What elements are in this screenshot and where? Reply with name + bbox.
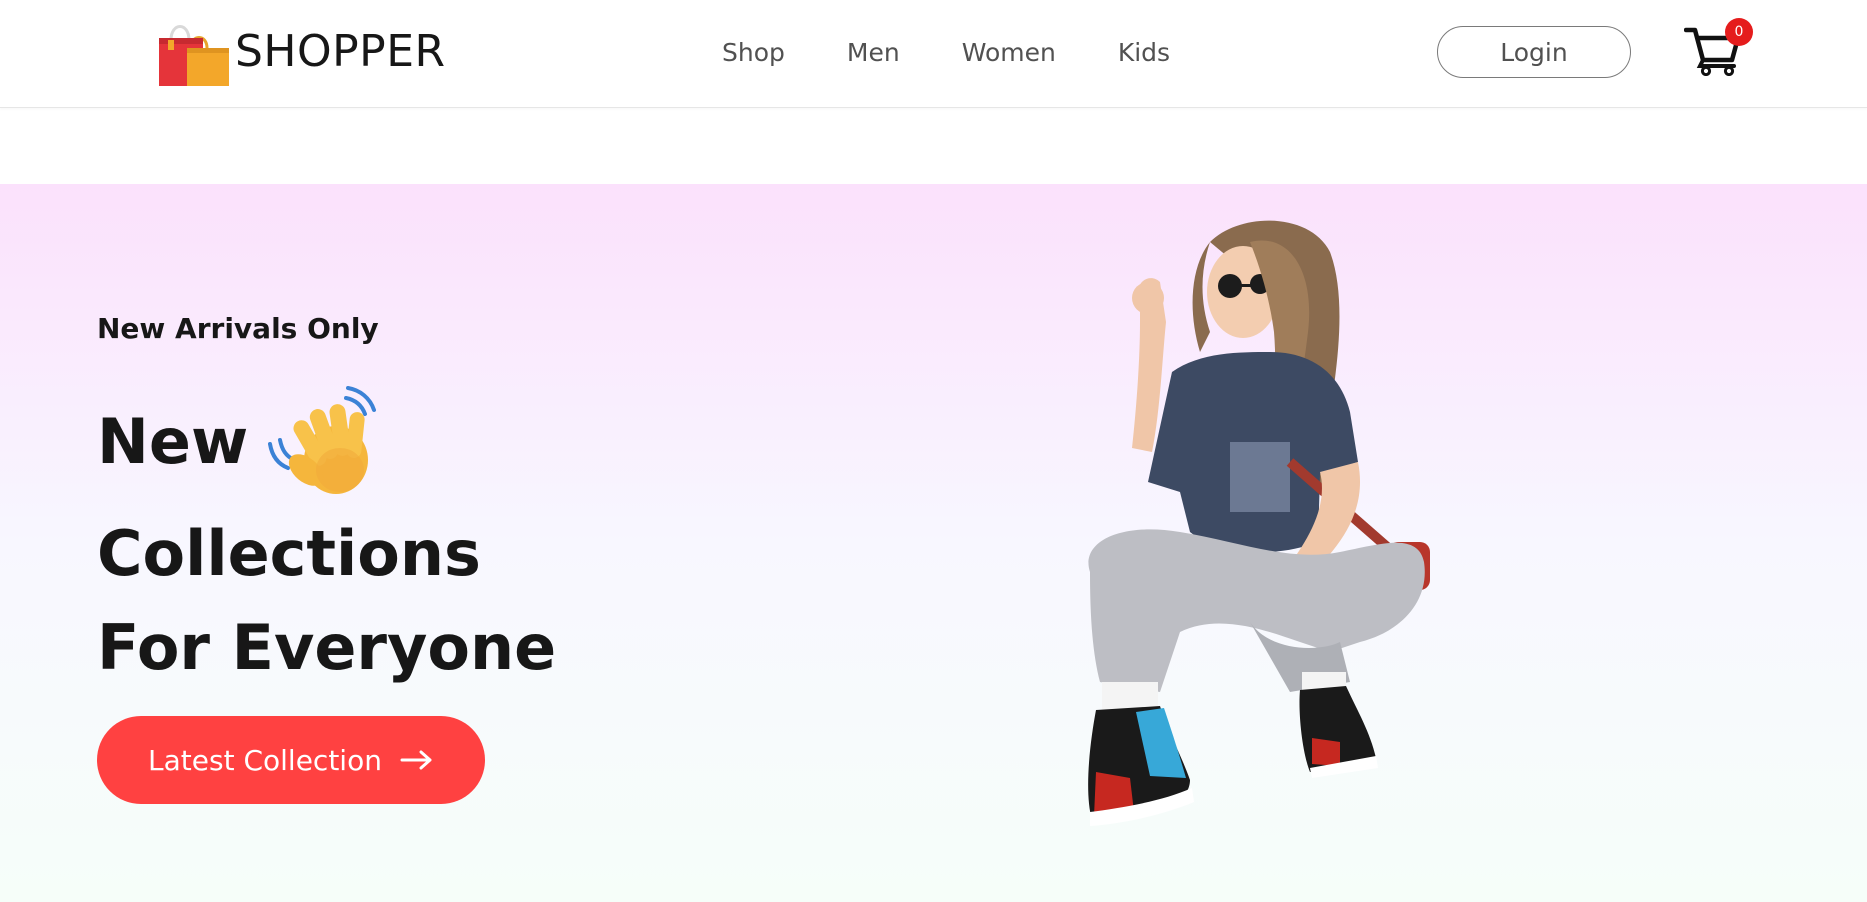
- shopping-bag-logo-icon: [159, 25, 229, 86]
- brand-logo[interactable]: SHOPPER: [155, 14, 446, 90]
- nav-item-women[interactable]: Women: [962, 36, 1056, 70]
- hero-headline-line-1: New: [97, 405, 249, 478]
- hero-model-image: [1088, 220, 1430, 826]
- cart-count-badge: 0: [1725, 18, 1753, 46]
- brand-name: SHOPPER: [235, 26, 446, 77]
- navbar: SHOPPER Shop Men Women Kids Login 0: [0, 0, 1867, 108]
- nav-item-men[interactable]: Men: [847, 36, 900, 70]
- hero-headline-line-2: Collections: [97, 517, 481, 590]
- latest-collection-label: Latest Collection: [148, 743, 382, 777]
- hero-tagline: New Arrivals Only: [97, 312, 379, 345]
- arrow-right-icon: [400, 750, 432, 770]
- login-button[interactable]: Login: [1437, 26, 1631, 78]
- hero-section: New Arrivals Only New Collections For Ev…: [0, 184, 1867, 902]
- main-nav: Shop Men Women Kids: [722, 36, 1170, 70]
- nav-item-shop[interactable]: Shop: [722, 36, 785, 70]
- hero-headline-line-3: For Everyone: [97, 611, 557, 684]
- nav-item-kids[interactable]: Kids: [1118, 36, 1170, 70]
- latest-collection-button[interactable]: Latest Collection: [97, 716, 485, 804]
- waving-hand-icon: [268, 386, 376, 494]
